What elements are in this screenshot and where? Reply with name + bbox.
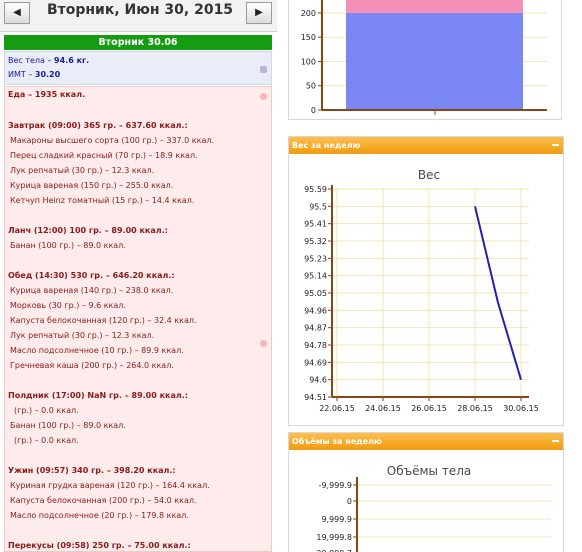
meal-item[interactable]: (гр.) – 0.0 ккал. [14, 435, 79, 447]
bmi-line: ИМТ – 30.20 [8, 70, 61, 79]
bar-y-tick-label: 200 [301, 9, 316, 18]
volumes-y-tick-label: 9,999.9 [321, 515, 352, 524]
day-header: Вторник 30.06 [4, 35, 272, 50]
next-day-button[interactable]: ▶ [246, 2, 272, 24]
weight-y-tick-label: 95.59 [304, 185, 327, 194]
volumes-week-panel: Объёмы за неделю Объёмы тела -9,999.9 0 9,… [288, 432, 564, 552]
weight-x-ticks: 22.06.15 24.06.15 26.06.15 28.06.15 30.06.15 [319, 397, 539, 413]
weight-x-tick-label: 24.06.15 [365, 404, 401, 413]
weight-line-chart: 94.51 94.6 94.69 94.78 94.87 94.96 95.05 95.14 9… [304, 185, 539, 413]
bmi-value: 30.20 [34, 70, 61, 79]
meal-item[interactable]: Лук репчатый (30 гр.) – 12.3 ккал. [10, 330, 154, 342]
meal-header-breakfast: Завтрак (09:00) 365 гр. – 637.60 ккал.: [8, 121, 188, 130]
meal-item[interactable]: Кетчуп Heinz томатный (15 гр.) – 14.4 кк… [10, 195, 194, 207]
weight-y-tick-label: 95.14 [304, 272, 327, 281]
food-log-block: Еда – 1935 ккал. Завтрак (09:00) 365 гр.… [4, 86, 272, 552]
calories-chart-panel: 050100150200250300 [288, 0, 562, 120]
weight-y-tick-label: 94.96 [304, 306, 327, 315]
date-navigation-bar: ◀ Вторник, Июн 30, 2015 ▶ [0, 0, 277, 32]
meal-item[interactable]: Курица вареная (140 гр.) – 238.0 ккал. [10, 285, 173, 297]
meal-item[interactable]: Гречневая каша (200 гр.) – 264.0 ккал. [10, 360, 174, 372]
app-root: ◀ Вторник, Июн 30, 2015 ▶ Вторник 30.06 … [0, 0, 582, 552]
bar-y-tick-label: 0 [311, 106, 316, 115]
weight-y-tick-label: 94.6 [309, 376, 327, 385]
meal-item[interactable]: Лук репчатый (30 гр.) – 12.3 ккал. [10, 165, 154, 177]
meal-header-obed: Обед (14:30) 530 гр. – 646.20 ккал.: [8, 271, 175, 280]
volumes-y-tick-label: 0 [347, 497, 352, 506]
bmi-label: ИМТ [8, 70, 26, 79]
weight-week-panel: Вес за неделю Вес 94.51 94.6 94.69 94.78 94.… [288, 136, 564, 426]
weight-x-tick-label: 22.06.15 [319, 404, 355, 413]
meal-item[interactable]: Масло подсолнечное (20 гр.) – 179.8 ккал… [10, 510, 189, 522]
delete-meal-icon[interactable] [260, 340, 267, 347]
prev-day-button[interactable]: ◀ [4, 2, 30, 24]
body-weight-label: Вес тела [8, 56, 45, 65]
weight-y-tick-label: 94.69 [304, 358, 327, 367]
weight-grid [332, 188, 529, 398]
meal-item[interactable]: Макароны высшего сорта (100 гр.) – 337.0… [10, 135, 214, 147]
weight-y-tick-label: 95.05 [304, 289, 327, 298]
meal-item[interactable]: (гр.) – 0.0 ккал. [14, 405, 79, 417]
volumes-y-tick-label: -9,999.9 [319, 481, 352, 490]
weight-y-tick-label: 94.87 [304, 324, 327, 333]
meal-item[interactable]: Масло подсолнечное (10 гр.) – 89.9 ккал. [10, 345, 184, 357]
bar-segment [346, 12, 523, 110]
bar-y-tick-label: 150 [301, 33, 316, 42]
weight-y-tick-label: 95.41 [304, 220, 327, 229]
meal-header-snacks: Перекусы (09:58) 250 гр. – 75.00 ккал.: [8, 541, 191, 550]
meal-item[interactable]: Курица вареная (150 гр.) – 255.0 ккал. [10, 180, 173, 192]
weight-x-tick-label: 26.06.15 [411, 404, 447, 413]
meal-header-poldnik: Полдник (17:00) NaN гр. – 89.00 ккал.: [8, 391, 188, 400]
weight-x-tick-label: 28.06.15 [457, 404, 493, 413]
weight-y-ticks: 94.51 94.6 94.69 94.78 94.87 94.96 95.05 95.14 9… [304, 185, 332, 402]
weight-y-tick-label: 94.78 [304, 341, 327, 350]
meal-item[interactable]: Перец сладкий красный (70 гр.) – 18.9 кк… [10, 150, 198, 162]
bar-marks [346, 0, 523, 110]
body-weight-line: Вес тела – 94.6 кг. [8, 56, 90, 65]
weight-y-tick-label: 95.23 [304, 254, 327, 263]
meal-item[interactable]: Капуста белокочанная (120 гр.) – 32.4 кк… [10, 315, 197, 327]
meal-item[interactable]: Капуста белокочанная (200 гр.) – 54.0 кк… [10, 495, 197, 507]
delete-weight-icon[interactable] [260, 66, 267, 73]
volumes-y-ticks: -9,999.909,999.919,999.829,999.7 [316, 481, 357, 552]
weight-y-tick-label: 95.32 [304, 237, 327, 246]
weight-y-tick-label: 94.51 [304, 393, 327, 402]
meal-header-lunch: Ланч (12:00) 100 гр. – 89.00 ккал.: [8, 226, 168, 235]
volumes-grid [357, 484, 551, 538]
bar-segment [346, 0, 523, 13]
delete-food-icon[interactable] [260, 93, 267, 100]
weight-y-tick-label: 95.5 [309, 202, 327, 211]
weight-x-tick-label: 30.06.15 [503, 404, 539, 413]
meal-item[interactable]: Банан (100 гр.) – 89.0 ккал. [10, 240, 126, 252]
bar-y-tick-label: 50 [306, 82, 316, 91]
bar-y-tick-label: 100 [301, 57, 316, 66]
volumes-y-tick-label: 19,999.8 [316, 533, 352, 542]
meal-item[interactable]: Банан (100 гр.) – 89.0 ккал. [10, 420, 126, 432]
current-date-title: Вторник, Июн 30, 2015 [46, 2, 234, 18]
meal-header-supper: Ужин (09:57) 340 гр. – 398.20 ккал.: [8, 466, 176, 475]
calories-chart: 050100150200250300 [301, 0, 547, 115]
body-weight-block[interactable]: Вес тела – 94.6 кг. ИМТ – 30.20 [4, 51, 272, 85]
volumes-line-chart: -9,999.909,999.919,999.829,999.7 [316, 477, 551, 552]
meal-item[interactable]: Куриная грудка вареная (120 гр.) – 164.4… [10, 480, 210, 492]
meal-item[interactable]: Морковь (30 гр.) – 9.6 ккал. [10, 300, 126, 312]
chevron-right-icon: ▶ [255, 7, 263, 18]
food-total: Еда – 1935 ккал. [8, 90, 86, 99]
chevron-left-icon: ◀ [13, 7, 21, 18]
body-weight-value: 94.6 кг. [54, 56, 90, 65]
